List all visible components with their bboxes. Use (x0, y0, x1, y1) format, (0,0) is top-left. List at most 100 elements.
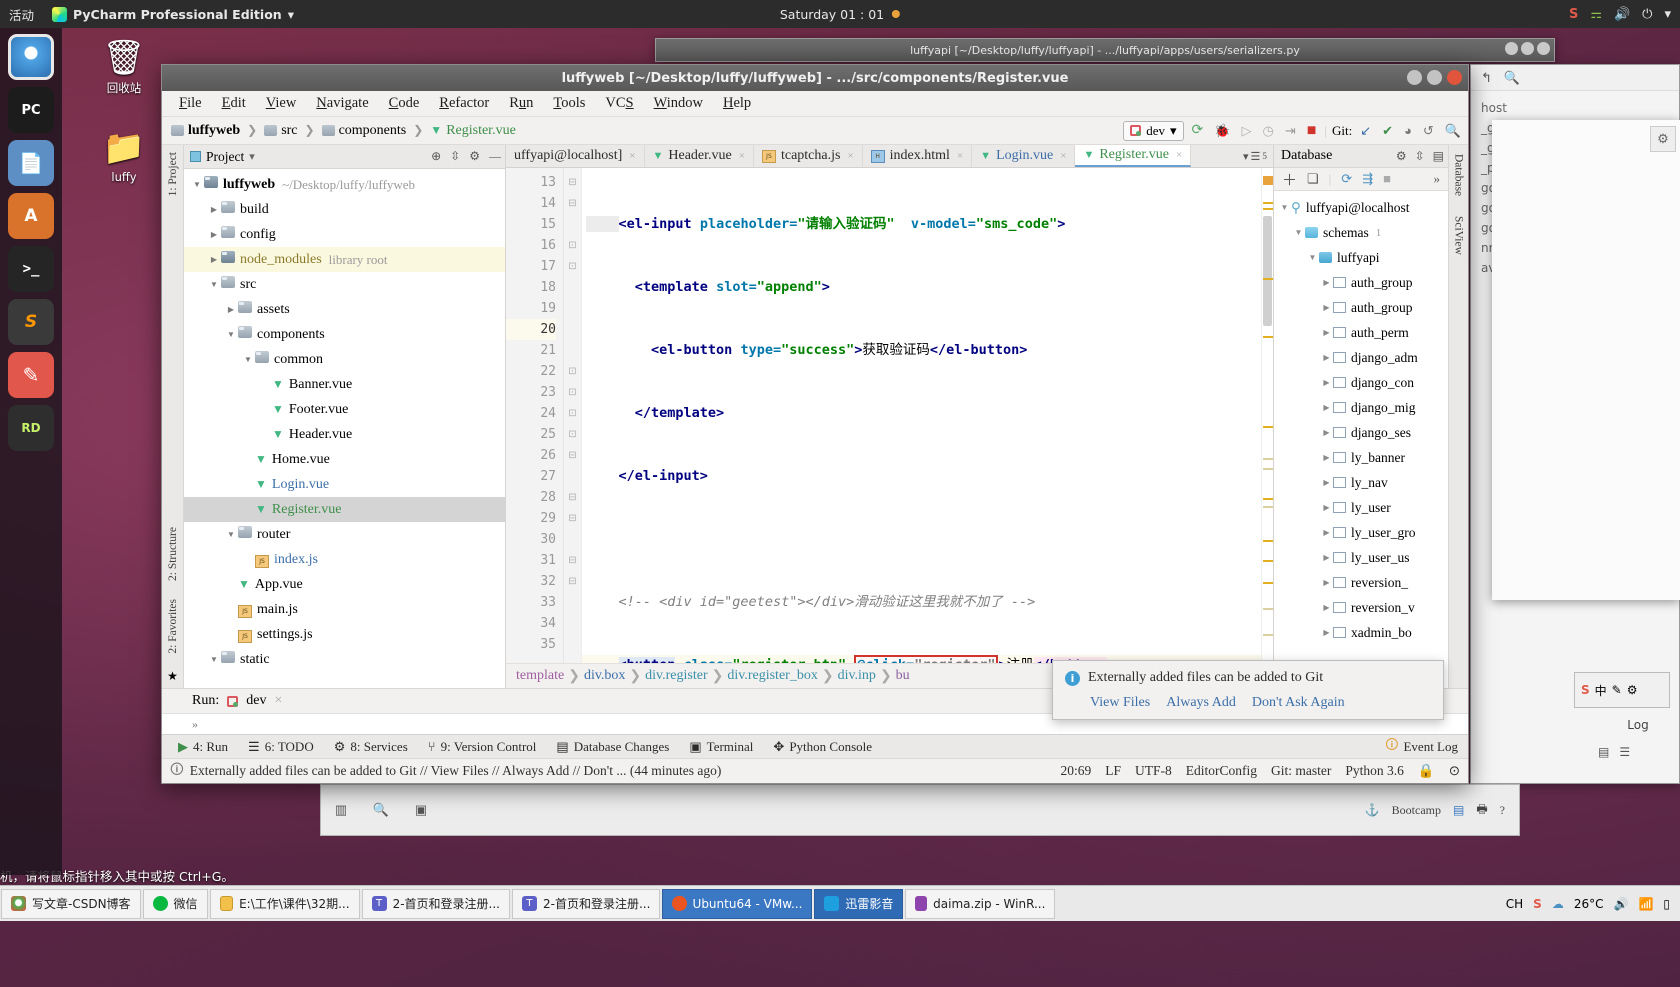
editor-tab-register-vue[interactable]: ▼ Register.vue × (1075, 145, 1192, 167)
inspection-icon[interactable]: ⊙ (1449, 763, 1460, 779)
window-buttons[interactable] (1505, 42, 1550, 55)
project-tree-item-build[interactable]: ▶ build (184, 197, 505, 222)
menu-refactor[interactable]: Refactor (430, 93, 498, 114)
warning-marker[interactable] (1263, 608, 1273, 610)
locate-icon[interactable]: ⊕ (431, 149, 441, 164)
git-notification-popup[interactable]: i Externally added files can be added to… (1052, 660, 1444, 720)
view-files-link[interactable]: View Files (1090, 695, 1150, 711)
ime-floating-bar[interactable]: S 中 ✎ ⚙ (1574, 672, 1670, 708)
project-tree-item-app-vue[interactable]: ▼ App.vue (184, 572, 505, 597)
run-config-name[interactable]: dev (246, 693, 266, 709)
copy-icon[interactable]: ❏ (1307, 171, 1319, 187)
print-icon[interactable]: 🖶 (1476, 800, 1487, 821)
taskbar-item-teams2[interactable]: T 2-首页和登录注册... (511, 888, 661, 919)
dock-icon-text-editor[interactable]: 📄 (8, 140, 54, 186)
menu-run[interactable]: Run (500, 93, 542, 114)
debug-icon[interactable]: 🐞 (1211, 123, 1233, 139)
menu-help[interactable]: Help (714, 93, 760, 114)
close-icon[interactable]: × (739, 150, 745, 162)
always-add-link[interactable]: Always Add (1166, 695, 1236, 711)
fold-toggle-22[interactable]: ⊡ (564, 361, 581, 382)
chevron-right-icon[interactable]: ▶ (1320, 528, 1333, 537)
windows-taskbar[interactable]: 写文章-CSDN博客 微信 E:\工作\课件\32期... T 2-首页和登录注… (0, 885, 1680, 921)
breadcrumb-button[interactable]: bu (896, 668, 910, 684)
chevron-right-icon[interactable]: ▶ (1320, 428, 1333, 437)
code-folding-gutter[interactable]: ⊟ ⊟ ⊡ ⊡ ⊡ ⊡ ⊡ ⊡ ⊟ ⊟ ⊟ ⊟ ⊟ (564, 168, 582, 663)
layout-icon[interactable]: ▤ (1453, 803, 1464, 818)
warning-marker[interactable] (1263, 582, 1273, 584)
rollback-icon[interactable]: ↺ (1420, 123, 1437, 139)
chevron-right-icon[interactable]: ▶ (1320, 378, 1333, 387)
chevron-down-icon[interactable]: ▼ (190, 180, 204, 189)
ime-mode-label[interactable]: 中 (1595, 682, 1607, 699)
db-tree-item-ly-user[interactable]: ▶ ly_user (1274, 495, 1448, 520)
code-line-19[interactable]: <!-- <div id="geetest"></div>滑动验证这里我就不加了… (582, 592, 1261, 613)
file-encoding[interactable]: UTF-8 (1135, 763, 1172, 779)
grid-icon[interactable]: ▤ (1598, 745, 1609, 760)
list-icon[interactable]: ☰ (1619, 745, 1630, 760)
chevron-right-icon[interactable]: ▶ (1320, 453, 1333, 462)
chevron-down-icon[interactable]: ▾ (249, 150, 255, 163)
db-tree-item-auth-group[interactable]: ▶ auth_group (1274, 295, 1448, 320)
ime-more-icon[interactable]: ✎ (1612, 683, 1622, 697)
chevron-down-icon[interactable]: ▼ (224, 530, 238, 539)
warning-marker[interactable] (1263, 208, 1273, 210)
taskbar-item-explorer[interactable]: E:\工作\课件\32期... (209, 888, 360, 919)
chevron-down-icon[interactable]: ▼ (241, 355, 255, 364)
sogou-icon[interactable]: S (1564, 7, 1583, 22)
chevron-down-icon[interactable]: ▼ (1278, 203, 1291, 212)
warning-marker[interactable] (1263, 202, 1273, 204)
tool-window-todo[interactable]: ☰ 6: TODO (238, 739, 324, 755)
menu-edit[interactable]: Edit (213, 93, 255, 114)
close-icon[interactable]: × (629, 150, 635, 162)
maximize-icon[interactable] (1427, 70, 1442, 85)
add-icon[interactable]: ＋ (1282, 169, 1297, 190)
database-tree[interactable]: ▼ ⚲ luffyapi@localhost ▼ schemas 1 ▼ luffyapi ▶ a… (1274, 191, 1448, 688)
ubuntu-launcher-dock[interactable]: PC 📄 A >_ S ✎ RD (0, 28, 62, 875)
code-text[interactable]: <el-input placeholder="请输入验证码" v-model="… (582, 168, 1261, 663)
minimize-icon[interactable] (1505, 42, 1518, 55)
tool-window-database-changes[interactable]: ▤ Database Changes (546, 739, 679, 755)
tool-window-python-console[interactable]: ✥ Python Console (763, 739, 882, 755)
breadcrumb-template[interactable]: template (516, 668, 564, 684)
project-tree-item-assets[interactable]: ▶ assets (184, 297, 505, 322)
editor-tab-index-html[interactable]: Hindex.html × (863, 145, 973, 167)
chevron-down-icon[interactable]: ▼ (1306, 253, 1319, 262)
breadcrumb-register-vue[interactable]: ▼ Register.vue (427, 123, 519, 139)
dock-icon-pycharm[interactable]: PC (8, 87, 54, 133)
ime-settings-icon[interactable]: ⚙ (1627, 683, 1638, 697)
tool-strip-project[interactable]: 1: Project (167, 149, 179, 199)
fold-toggle-26[interactable]: ⊟ (564, 445, 581, 466)
left-tool-strip[interactable]: 1: Project 2: Structure 2: Favorites ★ (162, 145, 184, 688)
run-icon[interactable]: ⟳ (1189, 122, 1207, 139)
project-tree-item-router[interactable]: ▼ router (184, 522, 505, 547)
background-browser-window[interactable]: ▥ 🔍 ▣ http://www.luffyapi.com:8000/user … (320, 765, 1520, 836)
warning-marker[interactable] (1263, 506, 1273, 508)
coverage-icon[interactable]: ▷ (1238, 123, 1254, 139)
network-icon[interactable]: 📶 (1638, 897, 1653, 911)
db-tree-item-auth-perm[interactable]: ▶ auth_perm (1274, 320, 1448, 345)
ide-menu-bar[interactable]: File Edit View Navigate Code Refactor Ru… (162, 91, 1468, 117)
error-marker[interactable] (1263, 176, 1273, 185)
warning-marker[interactable] (1263, 498, 1273, 500)
fold-toggle-13[interactable]: ⊟ (564, 172, 581, 193)
database-tool-window[interactable]: Database ⚙ ⇳ ▤ ＋ ❏ | ⟳ ⇶ ■ » ▼ ⚲ luffyapi@… (1273, 145, 1448, 688)
project-tree-item-static[interactable]: ▼ static (184, 647, 505, 672)
chevron-right-icon[interactable]: ▶ (207, 205, 221, 214)
run-configuration-selector[interactable]: dev ▾ (1123, 120, 1184, 141)
update-project-icon[interactable]: ↙ (1357, 123, 1374, 139)
python-interpreter[interactable]: Python 3.6 (1345, 763, 1404, 779)
status-bar-right[interactable]: 20:69 LF UTF-8 EditorConfig Git: master … (1060, 763, 1460, 779)
tool-window-version-control[interactable]: ⑂ 9: Version Control (418, 739, 547, 755)
navigation-bar[interactable]: luffyweb ❯ src ❯ components ❯ ▼ Register… (162, 117, 1468, 145)
chevron-right-icon[interactable]: ▶ (1320, 278, 1333, 287)
search-icon[interactable]: 🔍 (361, 802, 401, 818)
console-icon[interactable]: ▣ (401, 802, 441, 818)
breadcrumb-src[interactable]: src (261, 123, 300, 139)
menu-navigate[interactable]: Navigate (307, 93, 377, 114)
profile-icon[interactable]: ◷ (1259, 123, 1276, 139)
db-tree-item-luffyapi-localhost[interactable]: ▼ ⚲ luffyapi@localhost (1274, 195, 1448, 220)
code-line-18[interactable] (582, 529, 1261, 550)
project-tree-item-src[interactable]: ▼ src (184, 272, 505, 297)
tool-strip-database[interactable]: Database (1453, 151, 1465, 199)
